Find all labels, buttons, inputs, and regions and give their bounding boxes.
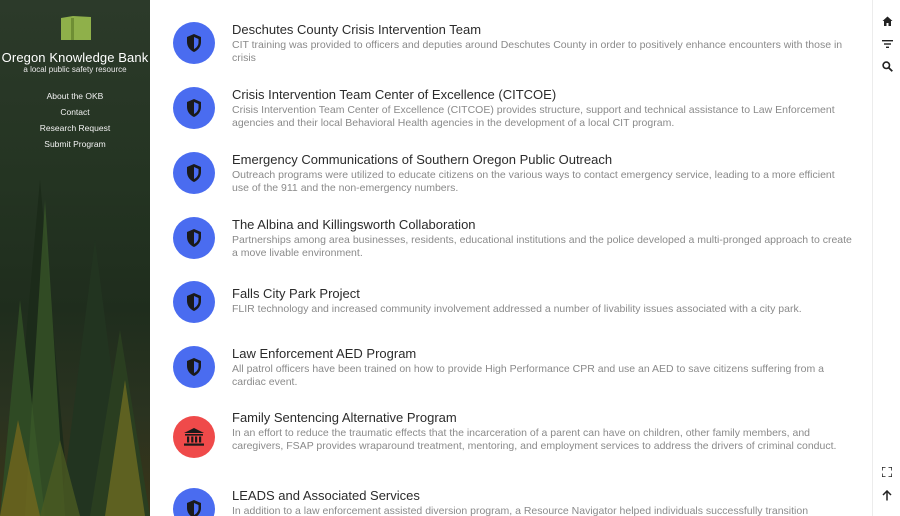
shield-icon [187,229,201,247]
program-title[interactable]: Deschutes County Crisis Intervention Tea… [232,22,852,38]
program-description: CIT training was provided to officers an… [232,39,843,64]
program-title[interactable]: Family Sentencing Alternative Program [232,410,852,426]
shield-icon [187,164,201,182]
program-description: FLIR technology and increased community … [232,303,802,315]
program-badge [173,488,215,516]
shield-icon [187,34,201,52]
nav-contact[interactable]: Contact [0,104,150,120]
program-description: Outreach programs were utilized to educa… [232,169,835,194]
program-badge [173,87,215,129]
program-badge [173,217,215,259]
program-badge [173,152,215,194]
arrow-up-icon [882,489,892,500]
sidebar: Oregon Knowledge Bank a local public saf… [0,0,150,516]
home-icon [882,16,892,26]
program-title[interactable]: Crisis Intervention Team Center of Excel… [232,87,852,103]
fullscreen-button[interactable] [880,465,894,479]
program-title[interactable]: LEADS and Associated Services [232,488,852,504]
shield-icon [187,500,201,516]
program-badge [173,416,215,458]
program-title[interactable]: Falls City Park Project [232,286,852,302]
filter-button[interactable] [880,37,894,51]
program-badge [173,346,215,388]
nav-research-request[interactable]: Research Request [0,120,150,136]
program-description: In addition to a law enforcement assiste… [232,505,809,516]
program-description: In an effort to reduce the traumatic eff… [232,427,837,452]
program-description: Partnerships among area businesses, resi… [232,234,852,259]
site-brand[interactable]: Oregon Knowledge Bank [0,50,150,65]
right-toolbar [872,0,900,516]
oregon-logo[interactable] [59,14,93,42]
search-button[interactable] [880,59,894,73]
program-badge [173,22,215,64]
program-title[interactable]: The Albina and Killingsworth Collaborati… [232,217,852,233]
courthouse-icon [184,428,204,446]
site-tagline: a local public safety resource [23,65,127,74]
program-badge [173,281,215,323]
home-button[interactable] [880,14,894,28]
nav-about-okb[interactable]: About the OKB [0,88,150,104]
shield-icon [187,358,201,376]
fullscreen-icon [882,467,892,477]
sidebar-nav: About the OKB Contact Research Request S… [0,88,150,152]
filter-icon [881,40,893,48]
shield-icon [187,293,201,311]
program-title[interactable]: Emergency Communications of Southern Ore… [232,152,852,168]
search-icon [881,60,893,72]
nav-submit-program[interactable]: Submit Program [0,136,150,152]
scroll-to-top-button[interactable] [880,488,894,502]
program-list: Deschutes County Crisis Intervention Tea… [150,0,872,516]
program-title[interactable]: Law Enforcement AED Program [232,346,852,362]
forest-background-image [0,180,150,516]
shield-icon [187,99,201,117]
program-description: Crisis Intervention Team Center of Excel… [232,104,835,129]
program-description: All patrol officers have been trained on… [232,363,825,388]
